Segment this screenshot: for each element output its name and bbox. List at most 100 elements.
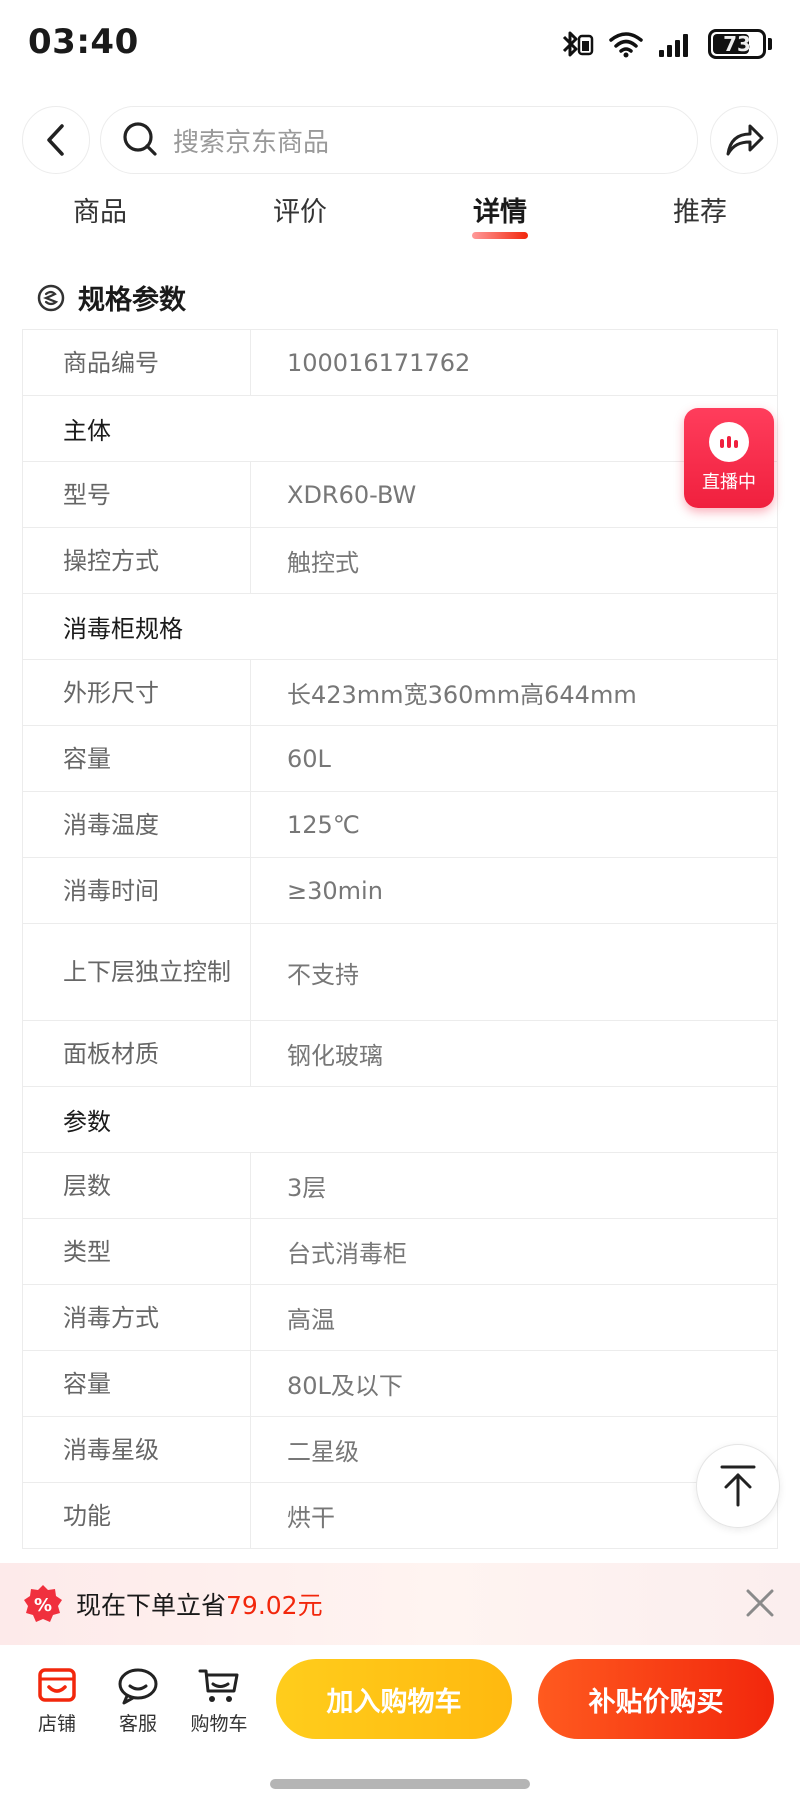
customer-service-button[interactable]: 客服 (103, 1667, 173, 1736)
tab-label: 商品 (73, 197, 127, 228)
chat-icon (118, 1668, 158, 1705)
signal-icon (659, 34, 688, 57)
spec-row: 层数 3层 (23, 1153, 777, 1219)
tab-label: 评价 (273, 197, 327, 228)
spec-key: 消毒时间 (23, 858, 251, 923)
spec-key: 外形尺寸 (23, 660, 251, 725)
status-time: 03:40 (28, 22, 139, 62)
spec-value: ≥30min (287, 876, 383, 905)
section-header: 规格参数 (36, 278, 186, 317)
bottom-action-bar: 店铺 客服 购物车 加入购物车 补贴价购买 (0, 1645, 800, 1765)
spec-row: 面板材质 钢化玻璃 (23, 1021, 777, 1087)
spec-key: 容量 (23, 1351, 251, 1416)
spec-row: 商品编号 100016171762 (23, 330, 777, 396)
share-button[interactable] (710, 106, 778, 174)
service-label: 客服 (118, 1713, 157, 1735)
cart-button[interactable]: 购物车 (184, 1667, 254, 1736)
spec-row: 功能 烘干 (23, 1483, 777, 1549)
detail-tabs: 商品 评价 详情 推荐 (0, 190, 800, 254)
spec-value: 80L及以下 (287, 1372, 403, 1400)
spec-value: 触控式 (287, 549, 359, 577)
spec-key: 功能 (23, 1483, 251, 1548)
live-label: 直播中 (702, 472, 756, 493)
discount-icon: % (24, 1585, 62, 1622)
spec-group-header: 主体 (23, 396, 777, 462)
spec-group-label: 主体 (63, 417, 111, 445)
tab-product[interactable]: 商品 (40, 190, 160, 229)
wifi-icon (609, 32, 643, 58)
search-input[interactable]: 搜索京东商品 (100, 106, 698, 174)
close-icon[interactable] (742, 1585, 778, 1621)
live-icon (709, 422, 749, 462)
spec-key: 操控方式 (23, 528, 251, 593)
tab-reviews[interactable]: 评价 (240, 190, 360, 229)
spec-icon (37, 284, 65, 311)
store-icon (38, 1668, 76, 1702)
spec-key: 上下层独立控制 (23, 924, 251, 1020)
spec-key: 类型 (23, 1219, 251, 1284)
spec-row: 容量 60L (23, 726, 777, 792)
spec-value: 3层 (287, 1174, 327, 1202)
tab-recommend[interactable]: 推荐 (640, 190, 760, 229)
spec-key: 消毒温度 (23, 792, 251, 857)
promo-bar[interactable]: % 现在下单立省79.02元 (0, 1563, 800, 1645)
spec-row: 消毒方式 高温 (23, 1285, 777, 1351)
battery-icon: 73 (708, 29, 772, 59)
share-icon (726, 124, 764, 156)
buy-now-button[interactable]: 补贴价购买 (538, 1659, 774, 1739)
spec-key: 面板材质 (23, 1021, 251, 1086)
tab-label: 详情 (473, 197, 527, 228)
spec-row: 类型 台式消毒柜 (23, 1219, 777, 1285)
tab-label: 推荐 (673, 197, 727, 228)
tab-details[interactable]: 详情 (440, 190, 560, 239)
spec-row: 消毒温度 125℃ (23, 792, 777, 858)
store-label: 店铺 (37, 1713, 76, 1735)
battery-level: 73 (723, 32, 751, 56)
status-icons: 73 (560, 26, 772, 62)
spec-key: 容量 (23, 726, 251, 791)
spec-table: 商品编号 100016171762 主体型号 XDR60-BW 操控方式 触控式消毒柜规格… (22, 329, 778, 1549)
spec-row: 型号 XDR60-BW (23, 462, 777, 528)
spec-row: 上下层独立控制 不支持 (23, 924, 777, 1021)
promo-text: 现在下单立省79.02元 (76, 1586, 323, 1622)
spec-row: 容量 80L及以下 (23, 1351, 777, 1417)
search-header: 搜索京东商品 (0, 104, 800, 176)
promo-message: 现在下单立省 (76, 1591, 227, 1620)
spec-row: 消毒星级 二星级 (23, 1417, 777, 1483)
search-icon (123, 122, 157, 156)
spec-key: 消毒星级 (23, 1417, 251, 1482)
spec-value: 钢化玻璃 (287, 1042, 383, 1070)
spec-key: 消毒方式 (23, 1285, 251, 1350)
spec-group-header: 参数 (23, 1087, 777, 1153)
spec-row: 消毒时间 ≥30min (23, 858, 777, 924)
arrow-up-icon (720, 1465, 756, 1507)
store-button[interactable]: 店铺 (22, 1667, 92, 1736)
spec-value: 100016171762 (287, 348, 471, 377)
section-title: 规格参数 (78, 285, 186, 316)
spec-value: 台式消毒柜 (287, 1240, 407, 1268)
back-to-top-button[interactable] (696, 1444, 780, 1528)
spec-value: 125℃ (287, 810, 360, 839)
search-placeholder: 搜索京东商品 (173, 127, 330, 158)
spec-key: 层数 (23, 1153, 251, 1218)
spec-value: 长423mm宽360mm高644mm (287, 681, 637, 709)
spec-key: 型号 (23, 462, 251, 527)
chevron-left-icon (47, 124, 64, 156)
status-bar: 03:40 73 (0, 0, 800, 90)
back-button[interactable] (22, 106, 90, 174)
live-stream-badge[interactable]: 直播中 (684, 408, 774, 508)
svg-text:%: % (34, 1595, 52, 1616)
cart-icon (198, 1669, 239, 1702)
spec-group-header: 消毒柜规格 (23, 594, 777, 660)
spec-row: 操控方式 触控式 (23, 528, 777, 594)
spec-group-label: 参数 (63, 1108, 111, 1136)
promo-amount: 79.02元 (226, 1591, 323, 1620)
spec-row: 外形尺寸 长423mm宽360mm高644mm (23, 660, 777, 726)
add-to-cart-button[interactable]: 加入购物车 (276, 1659, 512, 1739)
cart-label: 购物车 (190, 1713, 248, 1735)
home-indicator[interactable] (270, 1779, 530, 1789)
spec-value: 不支持 (287, 960, 359, 989)
bluetooth-icon (562, 31, 594, 57)
spec-value: 60L (287, 744, 331, 773)
spec-value: 高温 (287, 1306, 335, 1334)
